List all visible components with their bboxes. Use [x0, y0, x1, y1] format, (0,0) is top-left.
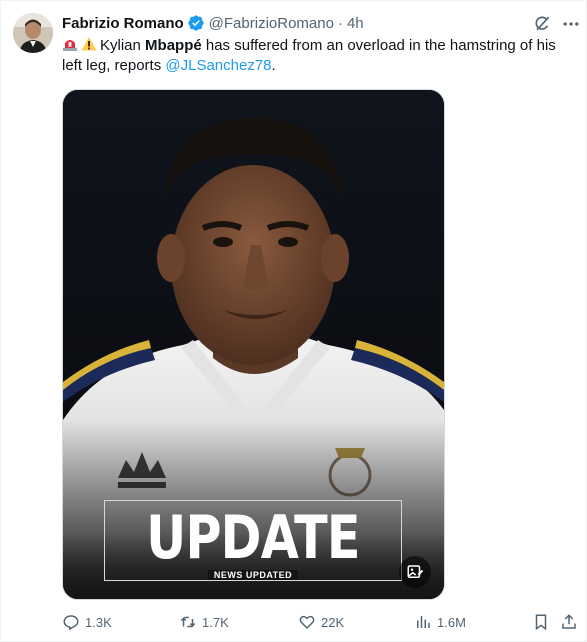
repost-button[interactable]: 1.7K — [179, 612, 229, 632]
tweet-text-bold: Mbappé — [145, 37, 202, 54]
timestamp[interactable]: 4h — [347, 15, 364, 32]
avatar[interactable] — [13, 13, 53, 53]
tweet-text-start: Kylian — [100, 37, 146, 54]
more-options-icon[interactable] — [561, 14, 581, 34]
bookmark-icon — [535, 614, 547, 631]
repost-icon — [180, 616, 196, 628]
tweet-card[interactable]: Fabrizio Romano @FabrizioRomano · 4h Kyl… — [0, 0, 587, 642]
action-bar: 1.3K 1.7K 22K 1.6M — [62, 612, 582, 632]
reply-icon — [63, 615, 79, 631]
update-headline: UPDATE — [146, 503, 360, 573]
tweet-text-end: . — [271, 57, 276, 74]
image-edit-icon — [407, 565, 424, 578]
like-button[interactable]: 22K — [298, 612, 344, 632]
author-handle[interactable]: @FabrizioRomano — [209, 15, 334, 32]
analytics-icon — [417, 616, 430, 628]
image-edit-button[interactable] — [399, 556, 431, 588]
grok-icon[interactable] — [532, 14, 552, 34]
views-button[interactable]: 1.6M — [414, 612, 466, 632]
mention-link[interactable]: @JLSanchez78 — [165, 57, 271, 74]
header-separator: · — [337, 14, 343, 32]
reply-button[interactable]: 1.3K — [62, 612, 112, 632]
heart-icon — [299, 615, 315, 630]
reply-count: 1.3K — [85, 614, 112, 630]
verified-badge-icon — [187, 15, 204, 31]
like-count: 22K — [321, 614, 345, 630]
warning-emoji-icon — [81, 37, 97, 51]
tweet-header: Fabrizio Romano @FabrizioRomano · 4h — [62, 13, 364, 33]
tweet-image[interactable]: UPDATE NEWS UPDATED — [62, 89, 445, 600]
share-button[interactable] — [560, 612, 583, 632]
author-name[interactable]: Fabrizio Romano — [62, 15, 184, 32]
repost-count: 1.7K — [202, 614, 229, 630]
tweet-text: Kylian Mbappé has suffered from an overl… — [62, 36, 577, 76]
view-count: 1.6M — [437, 614, 466, 630]
siren-emoji-icon — [63, 40, 77, 51]
share-icon — [562, 614, 576, 629]
bookmark-button[interactable] — [532, 612, 555, 632]
news-updated-label: NEWS UPDATED — [104, 570, 402, 580]
